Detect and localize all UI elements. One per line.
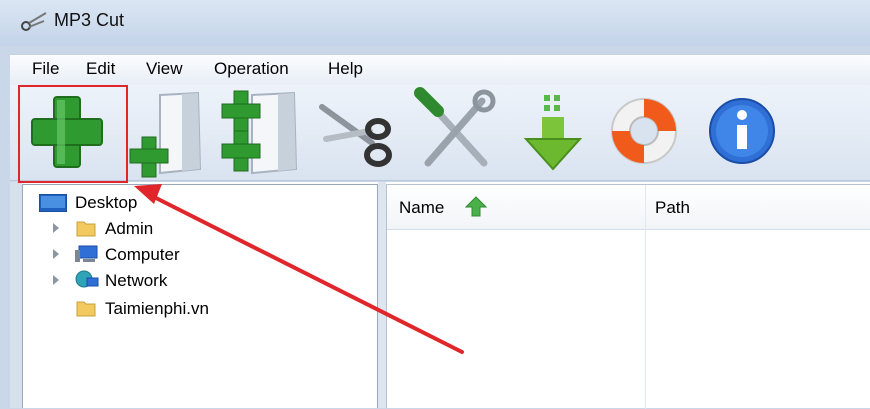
red-arrow-annotation	[134, 184, 464, 354]
